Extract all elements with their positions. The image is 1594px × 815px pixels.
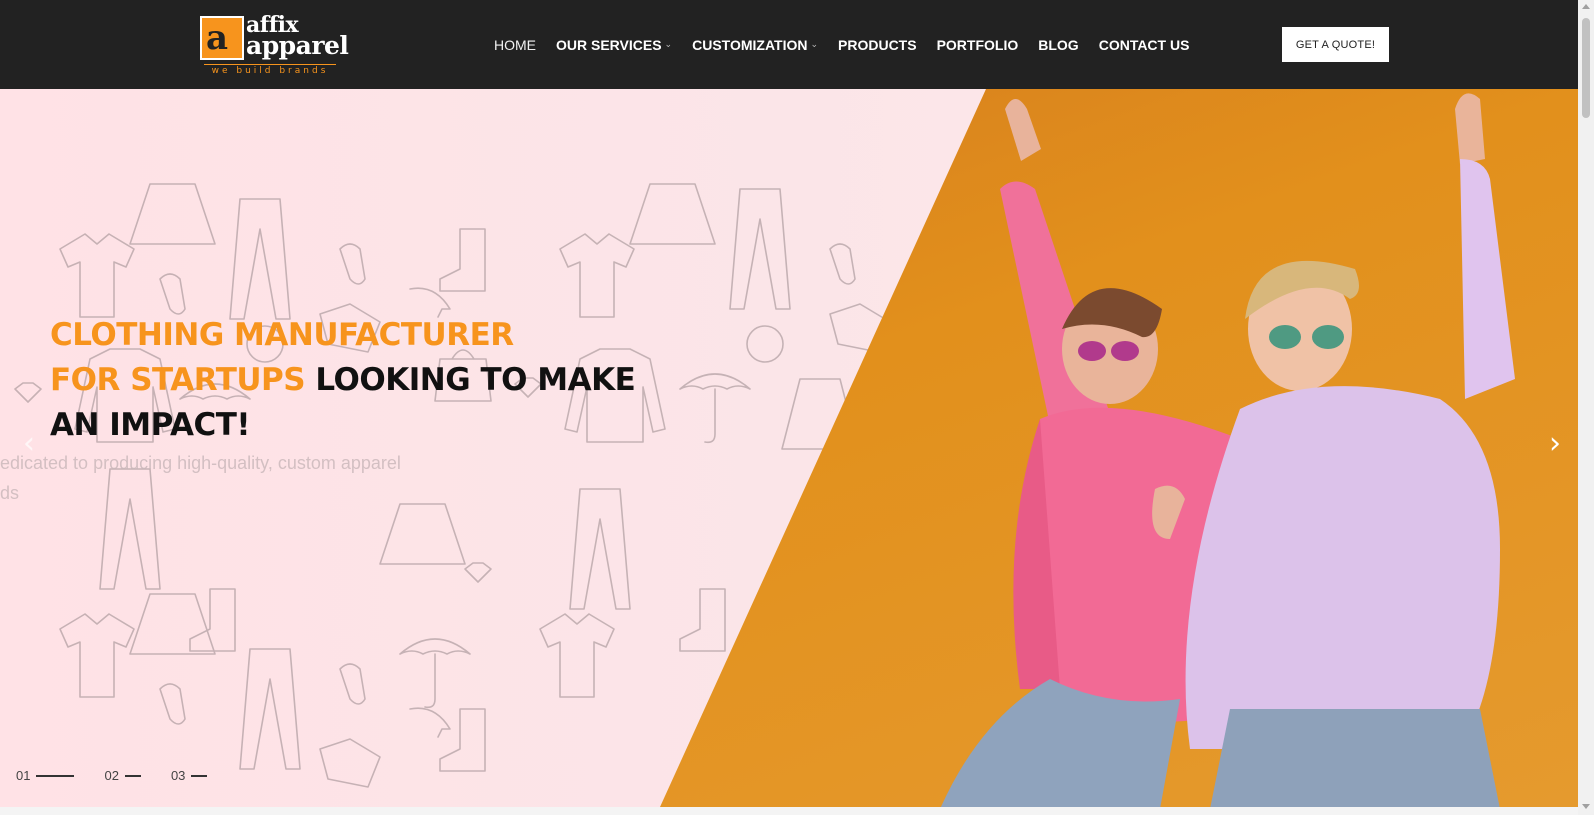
- nav-item-customization[interactable]: CUSTOMIZATION ⌄: [692, 37, 818, 53]
- brand-logo[interactable]: a affix apparel we build brands: [200, 12, 349, 78]
- nav-item-label: BLOG: [1038, 36, 1079, 53]
- hero-subtext: edicated to producing high-quality, cust…: [0, 448, 440, 508]
- hero-headline: CLOTHING MANUFACTURER FOR STARTUPS LOOKI…: [50, 313, 650, 448]
- page-scrollbar[interactable]: [1578, 0, 1594, 815]
- nav-item-label: HOME: [494, 36, 536, 53]
- main-nav: HOME OUR SERVICES ⌄ CUSTOMIZATION ⌄ PROD…: [494, 0, 1209, 89]
- headline-orange-line2: FOR STARTUPS: [50, 362, 306, 398]
- logo-letter: a: [206, 18, 229, 58]
- scrollbar-thumb[interactable]: [1582, 18, 1590, 118]
- headline-dark-line2: AN IMPACT!: [50, 407, 251, 443]
- headline-orange-line1: CLOTHING MANUFACTURER: [50, 317, 514, 353]
- nav-item-label: PORTFOLIO: [936, 36, 1019, 53]
- chevron-left-icon[interactable]: ‹: [14, 429, 44, 459]
- hero-slider: CLOTHING MANUFACTURER FOR STARTUPS LOOKI…: [0, 89, 1578, 807]
- slide-indicator-1[interactable]: 01: [16, 768, 75, 783]
- slide-line: [191, 774, 208, 777]
- logo-mark: a: [200, 16, 244, 60]
- brand-tagline: we build brands: [204, 64, 336, 76]
- get-a-quote-button[interactable]: GET A QUOTE!: [1282, 27, 1389, 62]
- brand-name-line2: apparel: [246, 31, 349, 60]
- chevron-right-icon[interactable]: ›: [1540, 429, 1570, 459]
- slide-number: 02: [104, 768, 119, 783]
- scroll-up-arrow-icon[interactable]: [1582, 4, 1590, 9]
- scroll-down-arrow-icon[interactable]: [1582, 804, 1590, 809]
- slide-line: [124, 774, 141, 777]
- nav-item-label: PRODUCTS: [838, 36, 917, 53]
- nav-item-portfolio[interactable]: PORTFOLIO: [937, 37, 1019, 53]
- nav-item-home[interactable]: HOME: [494, 37, 536, 53]
- slide-number: 01: [16, 768, 31, 783]
- nav-item-label: OUR SERVICES: [556, 36, 662, 53]
- slide-number: 03: [170, 768, 186, 783]
- nav-item-label: CUSTOMIZATION: [692, 36, 808, 53]
- nav-item-products[interactable]: PRODUCTS: [838, 37, 917, 53]
- hero-subtext-line2: ds: [0, 483, 20, 503]
- chevron-down-icon: ⌄: [664, 39, 673, 49]
- nav-item-our-services[interactable]: OUR SERVICES ⌄: [556, 37, 672, 53]
- site-header: a affix apparel we build brands HOME OUR…: [0, 0, 1578, 89]
- page-bottom-edge: [0, 807, 1578, 815]
- slide-indicator-2[interactable]: 02: [104, 768, 141, 783]
- slide-line: [36, 774, 75, 777]
- slide-indicator-3[interactable]: 03: [170, 768, 208, 783]
- slide-indicators: 01 02 03: [16, 768, 237, 783]
- chevron-down-icon: ⌄: [810, 39, 819, 49]
- nav-item-label: CONTACT US: [1098, 36, 1190, 53]
- nav-item-contact-us[interactable]: CONTACT US: [1099, 37, 1190, 53]
- hero-subtext-line1: edicated to producing high-quality, cust…: [0, 453, 401, 473]
- nav-item-blog[interactable]: BLOG: [1038, 37, 1078, 53]
- headline-dark-line1: LOOKING TO MAKE: [305, 362, 636, 398]
